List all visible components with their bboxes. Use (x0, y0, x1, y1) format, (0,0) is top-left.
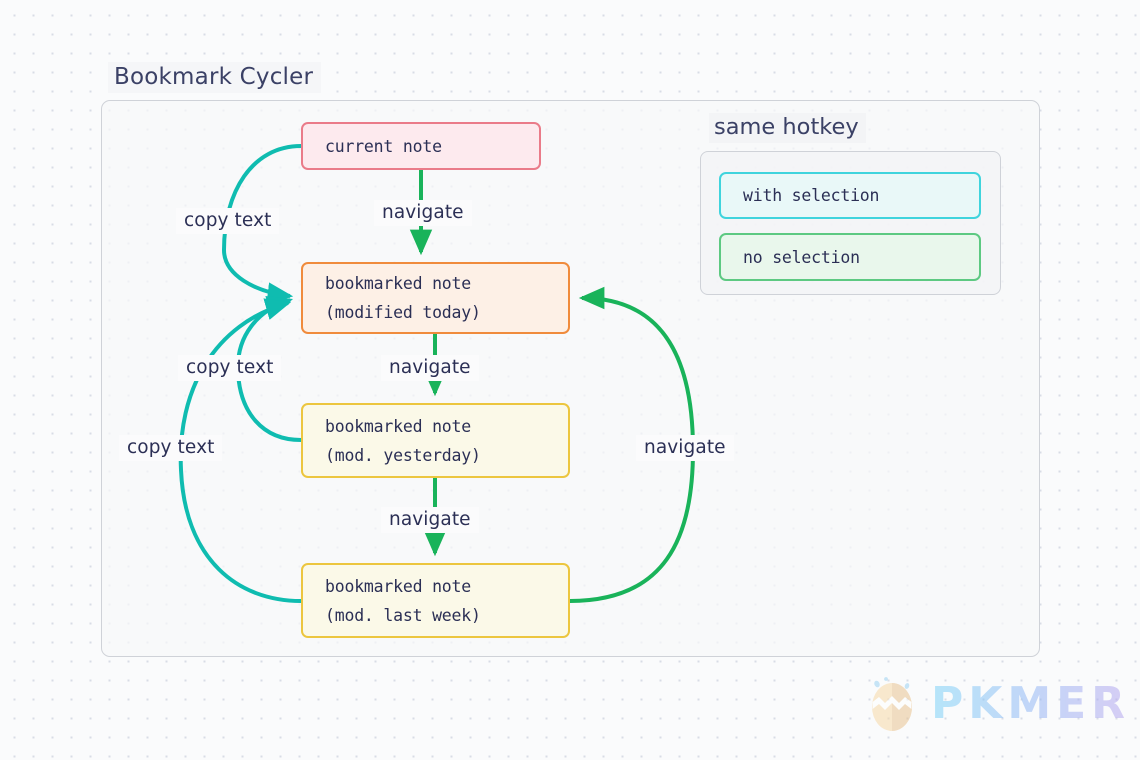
node-bookmarked-note-today[interactable]: bookmarked note (modified today) (301, 262, 570, 334)
edge-label-copy-text-1: copy text (176, 208, 280, 234)
legend-item-with-selection[interactable]: with selection (719, 172, 981, 219)
legend-item-no-selection[interactable]: no selection (719, 233, 981, 281)
pkmer-watermark: PKMER (866, 676, 1130, 732)
pkmer-wordmark: PKMER (931, 678, 1131, 729)
node-bookmarked-note-yesterday[interactable]: bookmarked note (mod. yesterday) (301, 403, 570, 478)
node-label-line2: (modified today) (325, 303, 481, 322)
node-label-line1: bookmarked note (325, 416, 472, 436)
node-label-line2: (mod. last week) (325, 605, 481, 625)
edge-label-navigate-3: navigate (381, 507, 479, 533)
edge-label-copy-text-3: copy text (119, 435, 223, 461)
node-label-line1: current note (325, 136, 442, 156)
diagram-title: Bookmark Cycler (108, 62, 322, 93)
edge-label-copy-text-2: copy text (178, 355, 282, 381)
edge-label-navigate-1: navigate (374, 200, 472, 226)
legend-title: same hotkey (709, 113, 866, 143)
node-label-line2: (mod. yesterday) (325, 445, 481, 465)
legend-item-label: no selection (743, 247, 860, 267)
edge-label-navigate-4: navigate (636, 435, 734, 461)
diagram-canvas: Bookmark Cycler current note bookmarked … (0, 0, 1140, 760)
node-label-line1: bookmarked note (325, 576, 472, 596)
edge-label-navigate-2: navigate (381, 355, 479, 381)
cracked-egg-icon (872, 677, 912, 731)
node-current-note[interactable]: current note (301, 122, 541, 170)
node-label-line1: bookmarked note (325, 274, 472, 293)
legend-item-label: with selection (743, 186, 880, 205)
node-bookmarked-note-lastweek[interactable]: bookmarked note (mod. last week) (301, 563, 570, 638)
